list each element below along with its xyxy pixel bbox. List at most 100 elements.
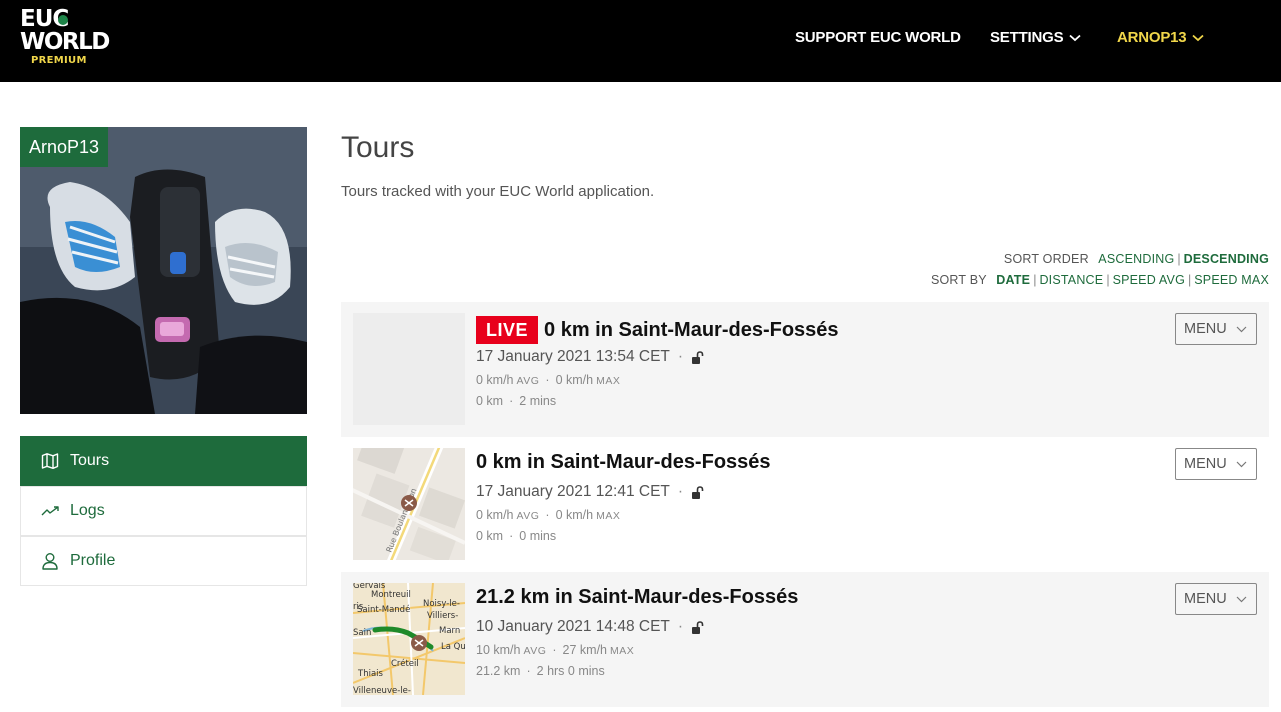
map-place-label: La Qu <box>441 642 465 652</box>
sort-ascending-link[interactable]: ASCENDING <box>1098 252 1174 266</box>
tour-map-thumbnail[interactable] <box>353 313 465 425</box>
sort-by-row: SORT BY DATE | DISTANCE | SPEED AVG | SPEED MA… <box>931 273 1269 287</box>
tour-distance-row: 21.2 km · 2 hrs 0 mins <box>476 664 605 678</box>
chevron-down-icon <box>1069 34 1082 41</box>
sort-by-distance-link[interactable]: DISTANCE <box>1039 273 1103 287</box>
tour-distance: 21.2 km <box>476 664 521 678</box>
sidebar-item-logs[interactable]: Logs <box>20 486 307 536</box>
tour-distance-row: 0 km · 0 mins <box>476 529 556 543</box>
tour-speed-row: 0 km/h AVG · 0 km/h MAX <box>476 508 620 522</box>
separator: · <box>677 618 684 635</box>
chevron-down-icon <box>1192 34 1205 41</box>
tour-title-text: 0 km in Saint-Maur-des-Fossés <box>476 451 771 473</box>
tour-menu-button[interactable]: MENU <box>1175 583 1257 615</box>
sort-by-speed-avg-link[interactable]: SPEED AVG <box>1113 273 1185 287</box>
sort-order-row: SORT ORDER ASCENDING | DESCENDING <box>1004 252 1269 266</box>
unlock-icon <box>692 620 704 634</box>
avg-label: AVG <box>523 645 547 657</box>
euc-world-logo[interactable]: EUC WORLD PREMIUM <box>20 6 110 70</box>
page-subtitle: Tours tracked with your EUC World applic… <box>341 183 655 200</box>
separator: · <box>677 483 684 500</box>
map-place-label: Saint-Mandé <box>357 604 410 615</box>
tour-menu-button[interactable]: MENU <box>1175 313 1257 345</box>
tour-duration: 2 hrs 0 mins <box>536 664 605 678</box>
map-thumbnail-graphic: Rue Boulangeron <box>353 448 465 560</box>
nav-support-label: SUPPORT EUC WORLD <box>795 29 961 46</box>
separator: | <box>1106 273 1110 287</box>
max-label: MAX <box>596 510 621 522</box>
tour-date-row: 17 January 2021 12:41 CET · <box>476 483 706 501</box>
tour-speed-max: 0 km/h <box>555 508 594 522</box>
sort-by-label: SORT BY <box>930 273 987 287</box>
map-place-label: Noisy-le- <box>423 599 460 609</box>
tour-card[interactable]: Rue Boulangeron 0 km in Saint-Maur-des-F… <box>341 437 1269 572</box>
nav-user-label: ARNOP13 <box>1117 29 1187 46</box>
tour-date: 17 January 2021 12:41 CET <box>476 483 670 500</box>
separator: · <box>677 348 684 365</box>
separator: · <box>545 373 550 387</box>
separator: | <box>1033 273 1037 287</box>
separator: | <box>1177 252 1181 266</box>
map-icon <box>41 453 59 469</box>
tour-card[interactable]: Gervais Montreuil ris Saint-Mandé Saint-… <box>341 572 1269 707</box>
tour-distance-row: 0 km · 2 mins <box>476 394 556 408</box>
separator: · <box>545 508 550 522</box>
tour-menu-button[interactable]: MENU <box>1175 448 1257 480</box>
separator: · <box>552 643 557 657</box>
tour-speed-max: 0 km/h <box>555 373 594 387</box>
tour-title-text: 21.2 km in Saint-Maur-des-Fossés <box>476 586 799 608</box>
logo-dot <box>58 15 68 25</box>
menu-button-label: MENU <box>1184 456 1227 472</box>
logo-text-world: WORLD <box>20 29 110 55</box>
sort-by-speed-max-link[interactable]: SPEED MAX <box>1194 273 1269 287</box>
sidebar-item-label: Tours <box>70 452 110 469</box>
nav-settings-menu[interactable]: SETTINGS <box>990 29 1082 46</box>
unlock-icon <box>692 350 704 364</box>
separator: · <box>526 664 531 678</box>
tour-title[interactable]: 0 km in Saint-Maur-des-Fossés <box>476 451 771 474</box>
avatar-photo <box>20 127 307 414</box>
map-place-label: Thiais <box>357 669 384 679</box>
map-place-label: Montreuil <box>371 590 411 600</box>
tour-title-text: 0 km in Saint-Maur-des-Fossés <box>544 318 839 341</box>
sidebar-item-label: Profile <box>70 552 116 569</box>
tour-date-row: 17 January 2021 13:54 CET · <box>476 348 706 366</box>
nav-user-menu[interactable]: ARNOP13 <box>1117 29 1205 46</box>
tour-map-thumbnail[interactable]: Rue Boulangeron <box>353 448 465 560</box>
tour-date: 17 January 2021 13:54 CET <box>476 348 670 365</box>
tour-speed-row: 0 km/h AVG · 0 km/h MAX <box>476 373 620 387</box>
logo-text-premium: PREMIUM <box>31 55 87 66</box>
chevron-down-icon <box>1236 596 1247 603</box>
max-label: MAX <box>610 645 635 657</box>
top-navbar: EUC WORLD PREMIUM SUPPORT EUC WORLD SETT… <box>0 0 1281 82</box>
sidebar-item-tours[interactable]: Tours <box>20 436 307 486</box>
tour-title[interactable]: LIVE 0 km in Saint-Maur-des-Fossés <box>476 316 839 344</box>
chevron-down-icon <box>1236 326 1247 333</box>
tour-title[interactable]: 21.2 km in Saint-Maur-des-Fossés <box>476 586 798 609</box>
map-place-label: Marn <box>439 626 460 636</box>
tour-duration: 2 mins <box>519 394 557 408</box>
tour-speed-avg: 0 km/h <box>476 373 514 387</box>
unlock-icon <box>692 485 704 499</box>
tour-map-thumbnail[interactable]: Gervais Montreuil ris Saint-Mandé Saint-… <box>353 583 465 695</box>
live-badge: LIVE <box>476 316 539 344</box>
avg-label: AVG <box>516 510 540 522</box>
avatar-username-badge: ArnoP13 <box>20 127 109 167</box>
sort-by-date-link[interactable]: DATE <box>996 273 1030 287</box>
tour-card[interactable]: LIVE 0 km in Saint-Maur-des-Fossés 17 Ja… <box>341 302 1269 437</box>
tour-speed-row: 10 km/h AVG · 27 km/h MAX <box>476 643 634 657</box>
profile-avatar: ArnoP13 <box>20 127 307 414</box>
sidebar-item-profile[interactable]: Profile <box>20 536 307 586</box>
tour-speed-max: 27 km/h <box>562 643 608 657</box>
tour-speed-avg: 10 km/h <box>476 643 521 657</box>
tour-date-row: 10 January 2021 14:48 CET · <box>476 618 706 636</box>
nav-support-link[interactable]: SUPPORT EUC WORLD <box>795 29 961 46</box>
tour-date: 10 January 2021 14:48 CET <box>476 618 670 635</box>
sort-descending-link[interactable]: DESCENDING <box>1184 252 1269 266</box>
tour-duration: 0 mins <box>519 529 557 543</box>
map-place-label: Créteil <box>391 658 419 669</box>
tour-distance: 0 km <box>476 394 504 408</box>
tour-distance: 0 km <box>476 529 504 543</box>
map-place-label: Sain <box>353 628 371 638</box>
page-title: Tours <box>341 131 415 164</box>
